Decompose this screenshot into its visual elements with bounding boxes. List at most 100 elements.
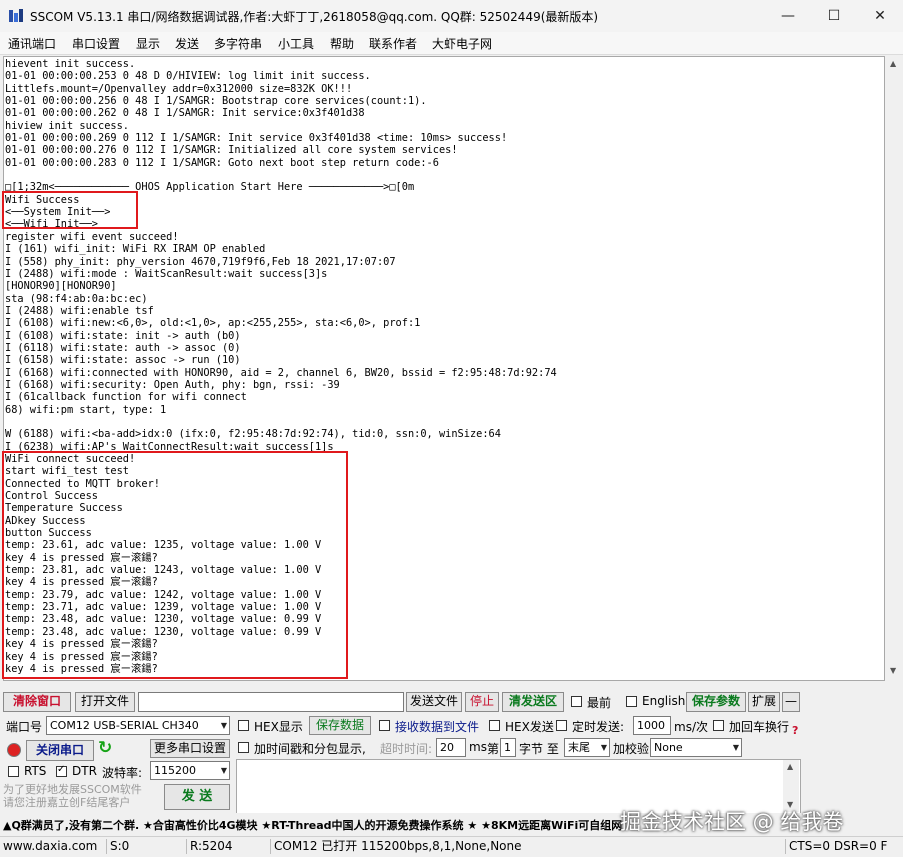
scroll-down-icon[interactable]: ▼ — [890, 666, 896, 675]
log-line: key 4 is pressed 宸ー滚鍚? — [5, 576, 158, 589]
maximize-button[interactable]: ☐ — [811, 0, 857, 32]
register-notice[interactable]: 为了更好地发展SSCOM软件 请您注册嘉立创F结尾客户 — [3, 783, 163, 811]
app-icon — [9, 9, 23, 22]
log-line: I (61callback function for wifi connect — [5, 391, 247, 404]
status-bar: www.daxia.com S:0 R:5204 COM12 已打开 11520… — [0, 836, 903, 857]
log-line: key 4 is pressed 宸ー滚鍚? — [5, 662, 158, 675]
log-line: start wifi_test test — [5, 465, 129, 478]
rts-checkbox[interactable] — [8, 766, 19, 777]
baud-label: 波特率: — [102, 766, 143, 780]
add-crlf-label: 加回车换行 — [729, 720, 790, 734]
log-line: Wifi Success — [5, 193, 80, 206]
save-data-button[interactable]: 保存数据 — [309, 716, 371, 735]
log-line: register wifi event succeed! — [5, 230, 179, 243]
help-icon[interactable]: ? — [792, 724, 798, 737]
menu-multi-string[interactable]: 多字符串 — [214, 35, 262, 52]
interval-input[interactable]: 1000 — [633, 716, 671, 735]
refresh-icon[interactable]: ↻ — [98, 738, 112, 758]
send-scroll-up-icon[interactable]: ▲ — [787, 762, 793, 771]
log-line: temp: 23.48, adc value: 1230, voltage va… — [5, 625, 322, 638]
log-line: I (161) wifi_init: WiFi RX IRAM OP enabl… — [5, 243, 266, 256]
collapse-button[interactable]: — — [782, 692, 800, 712]
expand-button[interactable]: 扩展 — [748, 692, 780, 712]
topmost-label: 最前 — [587, 696, 612, 710]
menu-tools[interactable]: 小工具 — [278, 35, 314, 52]
log-line: 01-01 00:00:00.269 0 112 I 1/SAMGR: Init… — [5, 132, 508, 145]
title-bar: SSCOM V5.13.1 串口/网络数据调试器,作者:大虾丁丁,2618058… — [0, 0, 903, 32]
menu-contact-author[interactable]: 联系作者 — [369, 35, 417, 52]
timestamp-checkbox[interactable] — [238, 742, 249, 753]
menu-daxia-site[interactable]: 大虾电子网 — [432, 35, 492, 52]
hex-display-label: HEX显示 — [254, 720, 303, 734]
menu-comm-port[interactable]: 通讯端口 — [8, 35, 56, 52]
timeout-input[interactable]: 20 — [436, 738, 466, 757]
menu-send[interactable]: 发送 — [175, 35, 199, 52]
menu-help[interactable]: 帮助 — [330, 35, 354, 52]
menu-serial-settings[interactable]: 串口设置 — [72, 35, 120, 52]
log-line: <──Wifi Init──> — [5, 218, 98, 231]
checksum-select[interactable]: None — [650, 738, 742, 757]
clear-send-button[interactable]: 清发送区 — [502, 692, 564, 712]
receive-scrollbar[interactable]: ▲ ▼ — [886, 56, 903, 681]
close-port-button[interactable]: 关闭串口 — [26, 740, 94, 761]
recv-to-file-label[interactable]: 接收数据到文件 — [395, 718, 479, 735]
minimize-button[interactable]: — — [765, 0, 811, 32]
clear-window-button[interactable]: 清除窗口 — [3, 692, 71, 712]
log-line: Connected to MQTT broker! — [5, 477, 160, 490]
hex-send-label: HEX发送 — [505, 720, 554, 734]
promo-text[interactable]: ▲Q群满员了,没有第二个群. ★合宙高性价比4G模块 ★RT-Thread中国人… — [3, 817, 622, 833]
watermark: 掘金技术社区 @ 给我卷 — [620, 810, 844, 834]
checksum-label: 加校验 — [613, 742, 650, 756]
open-file-button[interactable]: 打开文件 — [75, 692, 135, 712]
send-scrollbar[interactable]: ▲ ▼ — [783, 760, 799, 812]
send-button[interactable]: 发 送 — [164, 784, 230, 810]
save-params-button[interactable]: 保存参数 — [686, 692, 746, 712]
log-line: hievent init success. — [5, 58, 136, 70]
hex-send-checkbox[interactable] — [489, 720, 500, 731]
recv-to-file-checkbox[interactable] — [379, 720, 390, 731]
add-crlf-checkbox[interactable] — [713, 720, 724, 731]
log-line: I (6118) wifi:state: auth -> assoc (0) — [5, 341, 241, 354]
log-line: 01-01 00:00:00.256 0 48 I 1/SAMGR: Boots… — [5, 95, 427, 108]
byte-to-label: 字节 至 — [519, 742, 559, 756]
receive-area[interactable]: hievent init success. 01-01 00:00:00.253 … — [3, 56, 885, 681]
status-website[interactable]: www.daxia.com — [0, 839, 97, 854]
file-path-input[interactable] — [138, 692, 404, 712]
log-line: WiFi connect succeed! — [5, 453, 136, 465]
scroll-up-icon[interactable]: ▲ — [890, 59, 896, 68]
english-checkbox[interactable] — [626, 696, 637, 707]
nth-label: 第 — [487, 742, 500, 756]
topmost-checkbox[interactable] — [571, 696, 582, 707]
timed-send-checkbox[interactable] — [556, 720, 567, 731]
log-line: [HONOR90][HONOR90] — [5, 280, 117, 293]
interval-unit: ms/次 — [674, 720, 708, 734]
port-select[interactable]: COM12 USB-SERIAL CH340 — [46, 716, 230, 735]
status-port-info: COM12 已打开 115200bps,8,1,None,None — [270, 839, 522, 854]
timeout-unit: ms — [469, 740, 487, 754]
more-settings-button[interactable]: 更多串口设置 — [150, 739, 230, 758]
menu-bar: 通讯端口 串口设置 显示 发送 多字符串 小工具 帮助 联系作者 大虾电子网 — [0, 32, 903, 55]
status-signals: CTS=0 DSR=0 F — [785, 839, 887, 854]
receive-log: hievent init success. 01-01 00:00:00.253 … — [5, 58, 557, 675]
log-line: key 4 is pressed 宸ー滚鍚? — [5, 638, 158, 651]
log-line: I (558) phy_init: phy_version 4670,719f9… — [5, 255, 396, 268]
log-line: 01-01 00:00:00.253 0 48 D 0/HIVIEW: log … — [5, 70, 371, 83]
dtr-checkbox[interactable] — [56, 764, 67, 777]
log-line: I (6238) wifi:AP's WaitConnectResult:wai… — [5, 440, 334, 453]
port-label: 端口号 — [6, 720, 43, 734]
dtr-label: DTR — [72, 764, 97, 778]
close-button[interactable]: ✕ — [857, 0, 903, 32]
stop-button[interactable]: 停止 — [465, 692, 499, 712]
log-line: <──System Init──> — [5, 206, 111, 219]
menu-display[interactable]: 显示 — [136, 35, 160, 52]
english-label: English — [642, 694, 686, 708]
start-byte-input[interactable]: 1 — [500, 738, 516, 757]
send-file-button[interactable]: 发送文件 — [406, 692, 462, 712]
log-line: □[1;32m<──────────── OHOS Application St… — [5, 181, 415, 194]
hex-display-checkbox[interactable] — [238, 720, 249, 731]
baud-select[interactable]: 115200 — [150, 761, 230, 780]
timestamp-label: 加时间戳和分包显示, — [254, 742, 366, 756]
end-byte-select[interactable]: 末尾 — [564, 738, 610, 757]
log-line: 01-01 00:00:00.262 0 48 I 1/SAMGR: Init … — [5, 107, 365, 120]
